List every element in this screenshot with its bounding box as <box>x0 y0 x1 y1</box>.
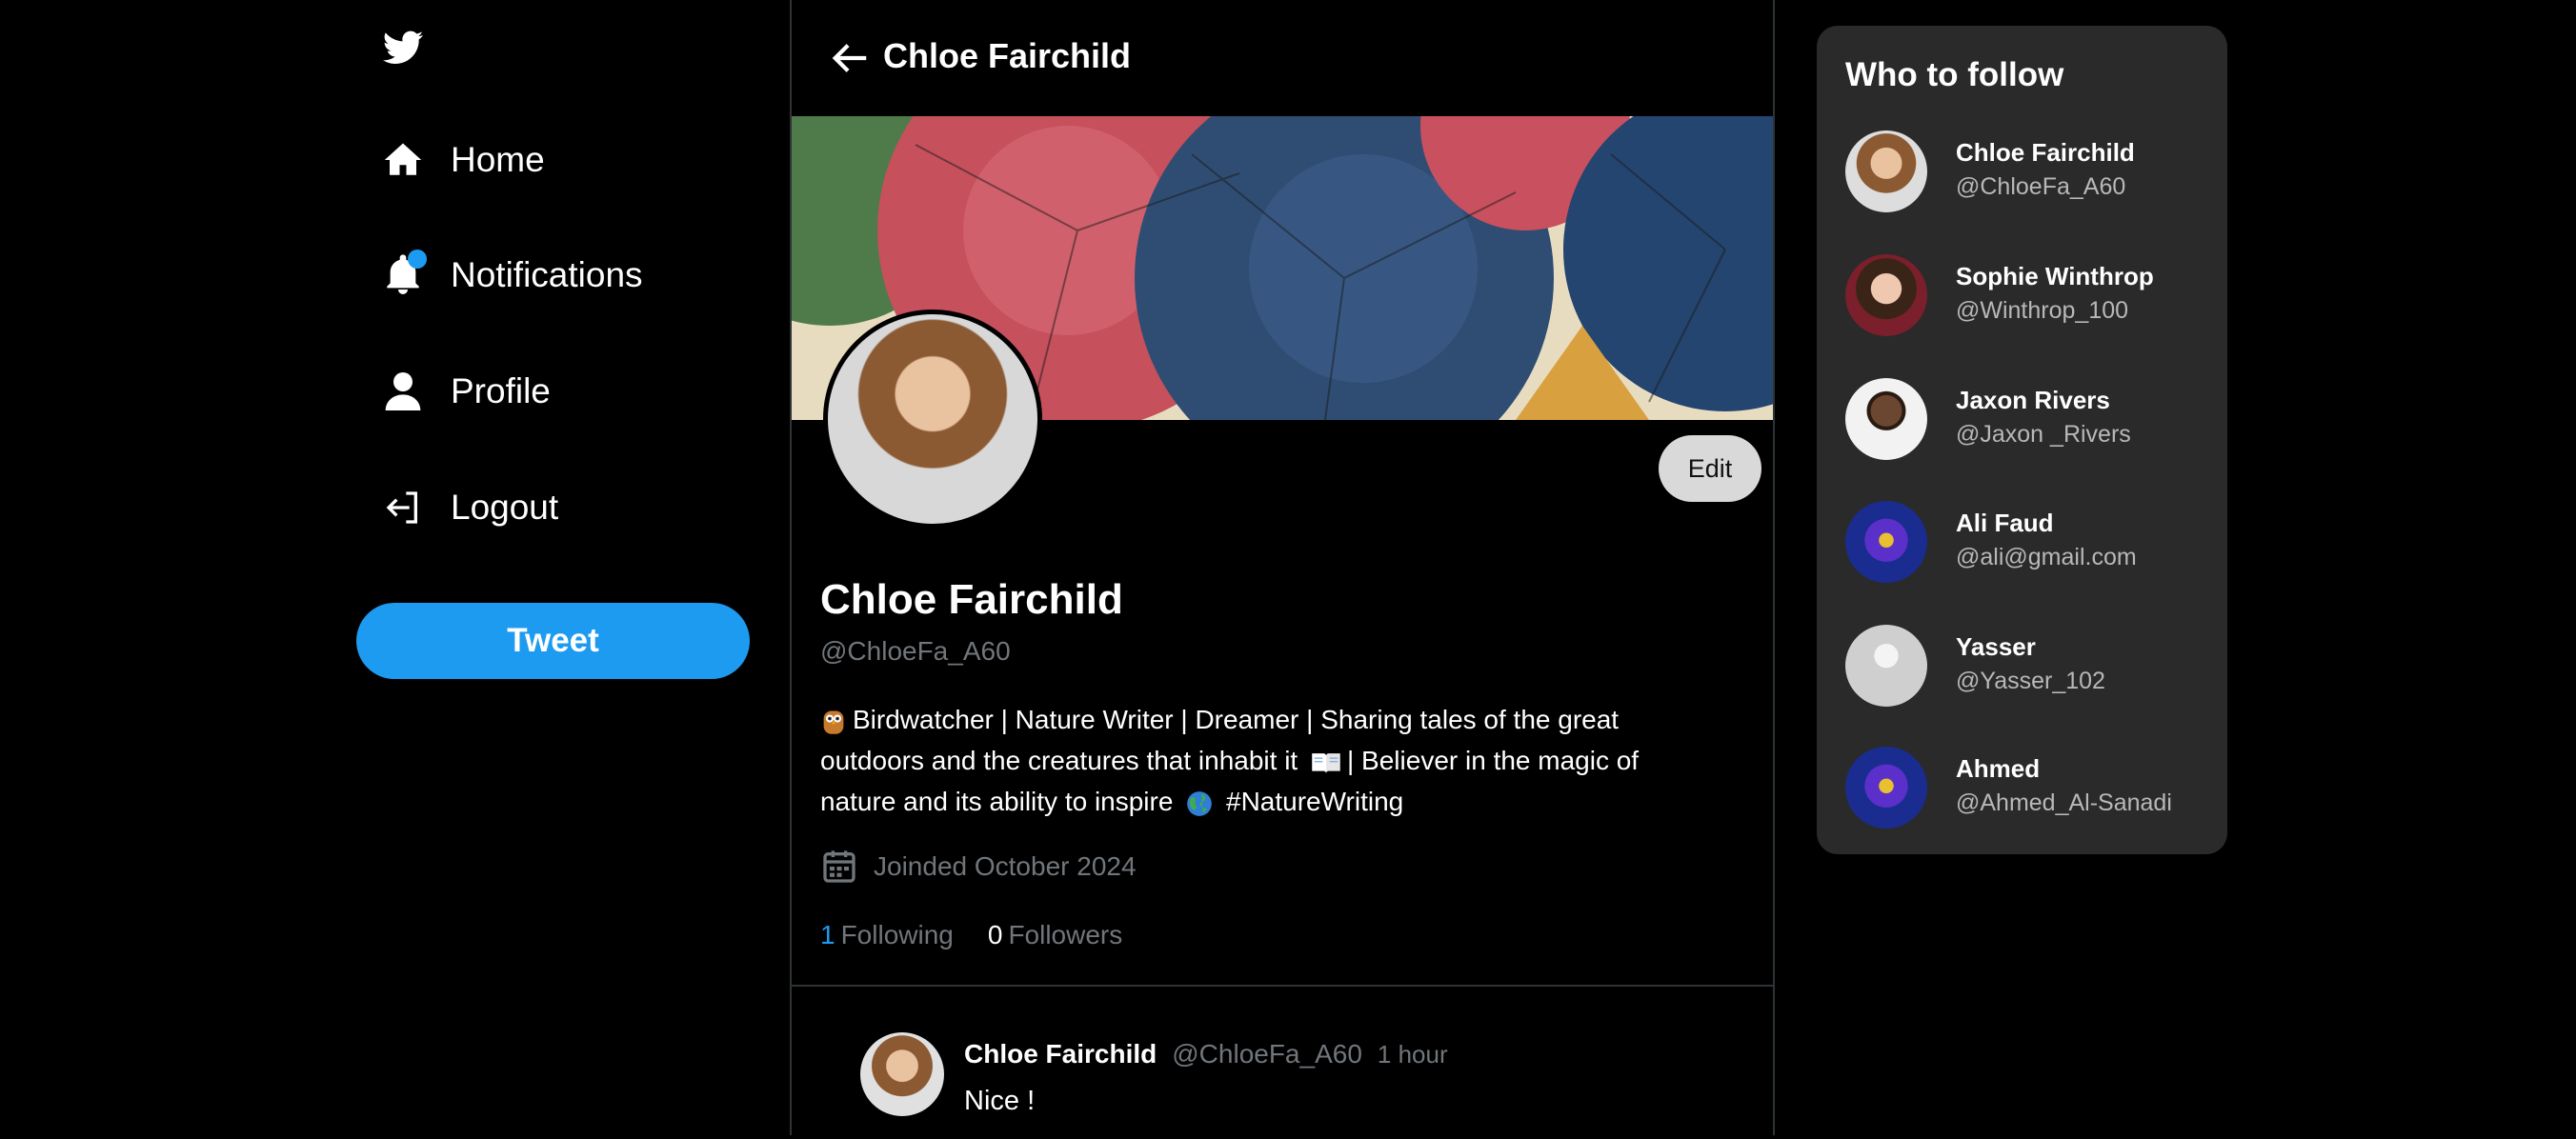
following-count-link[interactable]: 1 Following <box>820 920 954 950</box>
suggestion-name: Ahmed <box>1956 754 2041 783</box>
profile-column: Chloe Fairchild Edit Chloe Fairchild @Ch… <box>790 0 1775 1135</box>
who-to-follow-title: Who to follow <box>1845 56 2064 93</box>
follow-suggestion[interactable]: Sophie Winthrop @Winthrop_100 <box>1845 254 2217 340</box>
tweet-text: Nice ! <box>964 1086 1036 1116</box>
nav-item-label: Home <box>451 140 545 179</box>
profile-avatar <box>823 310 1042 529</box>
suggestion-handle: @Ahmed_Al-Sanadi <box>1956 789 2172 816</box>
suggestion-name: Ali Faud <box>1956 509 2054 537</box>
follow-suggestion[interactable]: Yasser @Yasser_102 <box>1845 625 2217 710</box>
followers-count: 0 <box>987 920 1003 949</box>
owl-emoji-icon <box>823 710 844 734</box>
suggestion-name: Chloe Fairchild <box>1956 138 2135 167</box>
followers-count-link[interactable]: 0 Followers <box>988 920 1122 950</box>
avatar[interactable] <box>1845 378 1927 460</box>
following-label: Following <box>840 920 954 949</box>
bio-hashtag[interactable]: #NatureWriting <box>1226 787 1403 816</box>
tweet-author-name[interactable]: Chloe Fairchild <box>964 1039 1157 1069</box>
nav-item-home[interactable]: Home <box>381 138 545 182</box>
avatar[interactable] <box>1845 254 1927 336</box>
profile-bio: Birdwatcher | Nature Writer | Dreamer | … <box>820 699 1716 822</box>
suggestion-name: Jaxon Rivers <box>1956 386 2110 414</box>
profile-name: Chloe Fairchild <box>820 576 1123 623</box>
profile-handle: @ChloeFa_A60 <box>820 636 1011 666</box>
globe-emoji-icon <box>1187 790 1213 816</box>
tweet-button[interactable]: Tweet <box>356 603 750 679</box>
calendar-icon <box>823 850 855 883</box>
follow-suggestion[interactable]: Jaxon Rivers @Jaxon _Rivers <box>1845 378 2217 464</box>
nav-item-label: Logout <box>451 488 559 527</box>
notification-badge <box>408 250 427 269</box>
tweet-header: Chloe Fairchild @ChloeFa_A60 1 hour <box>964 1039 1448 1069</box>
bell-icon <box>381 250 427 297</box>
twitter-bird-icon[interactable] <box>381 27 425 70</box>
avatar[interactable] <box>860 1032 944 1116</box>
follow-suggestion[interactable]: Ali Faud @ali@gmail.com <box>1845 501 2217 587</box>
suggestion-name: Sophie Winthrop <box>1956 262 2154 290</box>
suggestion-handle: @Winthrop_100 <box>1956 297 2129 324</box>
back-arrow-icon[interactable] <box>828 36 872 80</box>
avatar[interactable] <box>1845 747 1927 829</box>
nav-item-logout[interactable]: Logout <box>381 486 558 530</box>
suggestion-handle: @ChloeFa_A60 <box>1956 173 2126 200</box>
joined-date: Joinded October 2024 <box>820 848 1137 886</box>
followers-label: Followers <box>1008 920 1123 949</box>
tweet-item[interactable]: Chloe Fairchild @ChloeFa_A60 1 hour Nice… <box>792 987 1773 1139</box>
home-icon <box>381 138 425 182</box>
tweet-timestamp: 1 hour <box>1377 1040 1448 1069</box>
following-count: 1 <box>820 920 835 949</box>
nav-item-profile[interactable]: Profile <box>381 370 551 413</box>
tweet-author-handle: @ChloeFa_A60 <box>1172 1039 1362 1069</box>
suggestion-handle: @Yasser_102 <box>1956 668 2105 694</box>
edit-profile-button[interactable]: Edit <box>1659 435 1761 502</box>
page-title: Chloe Fairchild <box>883 36 1132 75</box>
user-icon <box>381 370 425 413</box>
left-navigation: Home Notifications Profile Logout Tweet <box>0 0 791 1135</box>
avatar[interactable] <box>1845 130 1927 212</box>
follow-suggestion[interactable]: Ahmed @Ahmed_Al-Sanadi <box>1845 747 2217 832</box>
who-to-follow-panel: Who to follow Chloe Fairchild @ChloeFa_A… <box>1817 26 2227 854</box>
follow-stats: 1 Following 0 Followers <box>820 920 1157 950</box>
profile-header: Chloe Fairchild <box>792 0 1773 115</box>
open-book-emoji-icon <box>1312 752 1340 773</box>
avatar[interactable] <box>1845 625 1927 707</box>
joined-text: Joinded October 2024 <box>874 851 1137 881</box>
logout-icon <box>381 486 425 530</box>
suggestion-name: Yasser <box>1956 632 2036 661</box>
nav-item-notifications[interactable]: Notifications <box>381 250 643 297</box>
nav-item-label: Profile <box>451 371 551 410</box>
suggestion-handle: @Jaxon _Rivers <box>1956 421 2131 448</box>
follow-suggestion[interactable]: Chloe Fairchild @ChloeFa_A60 <box>1845 130 2217 216</box>
suggestion-handle: @ali@gmail.com <box>1956 544 2137 570</box>
avatar[interactable] <box>1845 501 1927 583</box>
nav-item-label: Notifications <box>451 255 643 294</box>
